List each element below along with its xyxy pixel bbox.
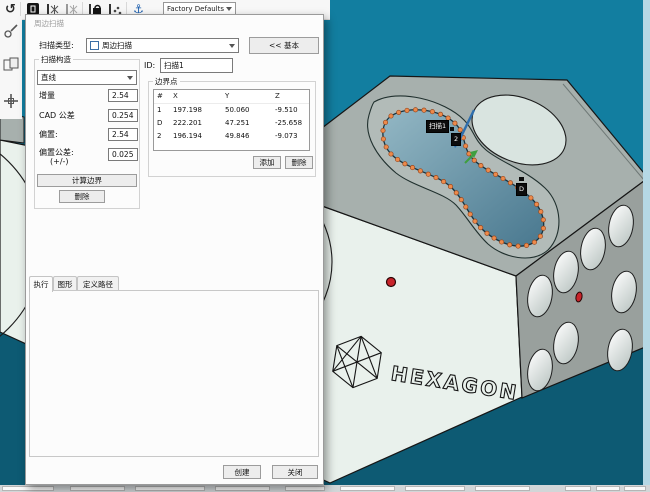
- cell: -25.658: [272, 117, 309, 130]
- cell: 197.198: [170, 104, 222, 117]
- move-crosshair-icon[interactable]: [2, 92, 20, 110]
- cell: 196.194: [170, 130, 222, 143]
- scan-type-dropdown[interactable]: 周边扫描: [86, 38, 239, 53]
- side-toolbar: [0, 19, 22, 119]
- boundary-points-table: # X Y Z 1 197.198 50.060 -9.510 D 222.20…: [153, 89, 310, 151]
- scan-type-label: 扫描类型:: [39, 42, 74, 51]
- scan-id-flag: 扫描1: [426, 120, 449, 133]
- cell: 49.846: [222, 130, 272, 143]
- cell: -9.510: [272, 104, 309, 117]
- construct-method-value: 直线: [41, 72, 56, 83]
- dialog-title: 周边扫描: [34, 18, 64, 29]
- red-marker-front: [387, 278, 396, 287]
- probe-qualify-icon[interactable]: [2, 22, 20, 40]
- chevron-down-icon: [229, 44, 235, 48]
- offset-tolerance-sublabel: (+/-): [50, 158, 69, 167]
- right-scroll-strip[interactable]: [643, 0, 650, 485]
- cell: D: [154, 117, 170, 130]
- cell: 222.201: [170, 117, 222, 130]
- create-button[interactable]: 创建: [223, 465, 261, 479]
- cad-tolerance-label: CAD 公差: [39, 112, 75, 121]
- app-window: HEXAGON 扫描1 2 D: [0, 0, 650, 492]
- offset-tolerance-field[interactable]: 0.025: [108, 148, 138, 161]
- scan-point-marker-1: [450, 127, 454, 131]
- col-header: X: [170, 90, 222, 103]
- cell: 47.251: [222, 117, 272, 130]
- perimeter-scan-icon: [90, 41, 99, 50]
- tab-graphics[interactable]: 图形: [53, 276, 77, 291]
- id-field[interactable]: 扫描1: [160, 58, 233, 73]
- cell: 50.060: [222, 104, 272, 117]
- close-button[interactable]: 关闭: [272, 465, 318, 479]
- offset-label: 偏置:: [39, 131, 58, 140]
- perimeter-scan-dialog: 周边扫描 扫描类型: 周边扫描 << 基本 扫描构造 直线 增量 2.54 CA…: [25, 14, 324, 485]
- status-bar: [0, 485, 650, 492]
- chevron-down-icon: [226, 7, 232, 11]
- tab-define-path[interactable]: 定义路径: [77, 276, 119, 291]
- table-row[interactable]: 2 196.194 49.846 -9.073: [154, 130, 309, 143]
- scan-construct-title: 扫描构造: [39, 54, 73, 65]
- point-flag-2: 2: [451, 133, 461, 146]
- preset-dropdown-value: Factory Defaults: [167, 5, 224, 13]
- panes-icon[interactable]: [2, 56, 20, 74]
- construct-delete-button[interactable]: 删除: [59, 190, 105, 203]
- table-row[interactable]: 1 197.198 50.060 -9.510: [154, 104, 309, 117]
- col-header: Y: [222, 90, 272, 103]
- calc-boundary-button[interactable]: 计算边界: [37, 174, 137, 187]
- increment-label: 增量: [39, 92, 55, 101]
- point-flag-d: D: [516, 183, 527, 196]
- scan-type-value: 周边扫描: [102, 40, 132, 51]
- undo-icon[interactable]: [2, 1, 19, 17]
- offset-field[interactable]: 2.54: [108, 128, 138, 141]
- construct-method-dropdown[interactable]: 直线: [37, 70, 137, 85]
- add-point-button[interactable]: 添加: [253, 156, 281, 169]
- cell: 1: [154, 104, 170, 117]
- tab-execute[interactable]: 执行: [29, 276, 53, 292]
- delete-point-button[interactable]: 删除: [285, 156, 313, 169]
- increment-field[interactable]: 2.54: [108, 89, 138, 102]
- col-header: #: [154, 90, 170, 103]
- id-label: ID:: [144, 62, 155, 71]
- table-row[interactable]: D 222.201 47.251 -25.658: [154, 117, 309, 130]
- chevron-down-icon: [127, 76, 133, 80]
- tab-panel: [29, 290, 319, 457]
- table-header-row: # X Y Z: [154, 90, 309, 104]
- cad-tolerance-field[interactable]: 0.254: [108, 109, 138, 122]
- col-header: Z: [272, 90, 309, 103]
- basic-toggle-button[interactable]: << 基本: [249, 37, 319, 54]
- boundary-points-title: 边界点: [153, 76, 180, 87]
- scan-point-marker-d: [519, 177, 524, 181]
- cell: -9.073: [272, 130, 309, 143]
- cell: 2: [154, 130, 170, 143]
